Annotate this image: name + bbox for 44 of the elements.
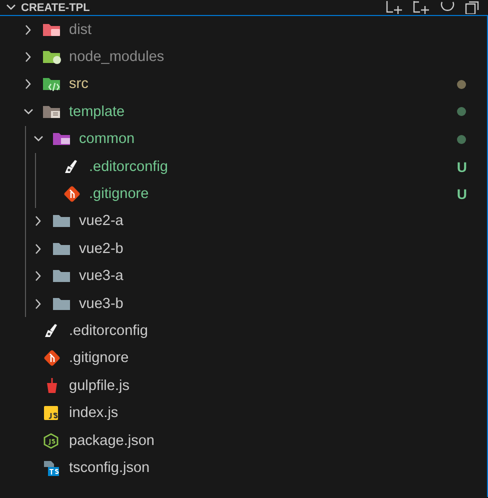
folder-name[interactable]: vue2-b	[79, 240, 124, 257]
chevron-right-icon[interactable]	[34, 298, 42, 309]
status-letter: U	[456, 186, 467, 202]
chevron-right-icon[interactable]	[24, 24, 32, 35]
folder-icon	[52, 296, 72, 312]
folder-name[interactable]: vue2-a	[79, 213, 124, 230]
file-name[interactable]: tsconfig.json	[69, 460, 150, 476]
chevron-right-icon[interactable]	[34, 216, 42, 226]
refresh-icon[interactable]	[440, 1, 455, 14]
file-name[interactable]: .editorconfig	[69, 322, 148, 339]
folder-icon	[42, 49, 62, 66]
chevron-down-icon[interactable]	[6, 4, 16, 11]
status-letter: U	[456, 158, 467, 175]
new-file-icon[interactable]	[386, 1, 403, 14]
folder-icon	[52, 240, 72, 257]
folder-name[interactable]: common	[79, 131, 135, 148]
file-name[interactable]: index.js	[69, 405, 118, 422]
file-name[interactable]: gulpfile.js	[69, 378, 130, 394]
collapse-all-icon[interactable]	[465, 1, 480, 14]
chevron-right-icon[interactable]	[24, 52, 32, 62]
chevron-right-icon[interactable]	[24, 79, 32, 90]
file-name[interactable]: package.json	[69, 432, 154, 449]
code-folder-icon	[42, 76, 62, 92]
folder-icon	[42, 22, 62, 38]
folder-name[interactable]: src	[69, 76, 88, 92]
folder-name[interactable]: dist	[69, 22, 92, 38]
new-folder-icon[interactable]	[413, 1, 430, 14]
chevron-right-icon[interactable]	[34, 271, 42, 282]
folder-icon	[52, 213, 72, 230]
folder-name[interactable]: vue3-b	[79, 296, 124, 312]
folder-icon	[52, 268, 72, 284]
file-name[interactable]: .gitignore	[89, 186, 149, 202]
section-title[interactable]: CREATE-TPL	[21, 2, 386, 14]
config-file-icon	[42, 460, 62, 476]
file-name[interactable]: .gitignore	[69, 350, 129, 366]
folder-name[interactable]: node_modules	[69, 49, 164, 66]
folder-icon	[42, 104, 62, 120]
file-name[interactable]: .editorconfig	[89, 158, 168, 175]
folder-icon	[52, 131, 72, 148]
chevron-right-icon[interactable]	[34, 244, 42, 254]
folder-name[interactable]: vue3-a	[79, 268, 124, 284]
folder-name[interactable]: template	[69, 104, 125, 120]
chevron-down-icon[interactable]	[24, 108, 32, 115]
chevron-down-icon[interactable]	[34, 136, 42, 142]
